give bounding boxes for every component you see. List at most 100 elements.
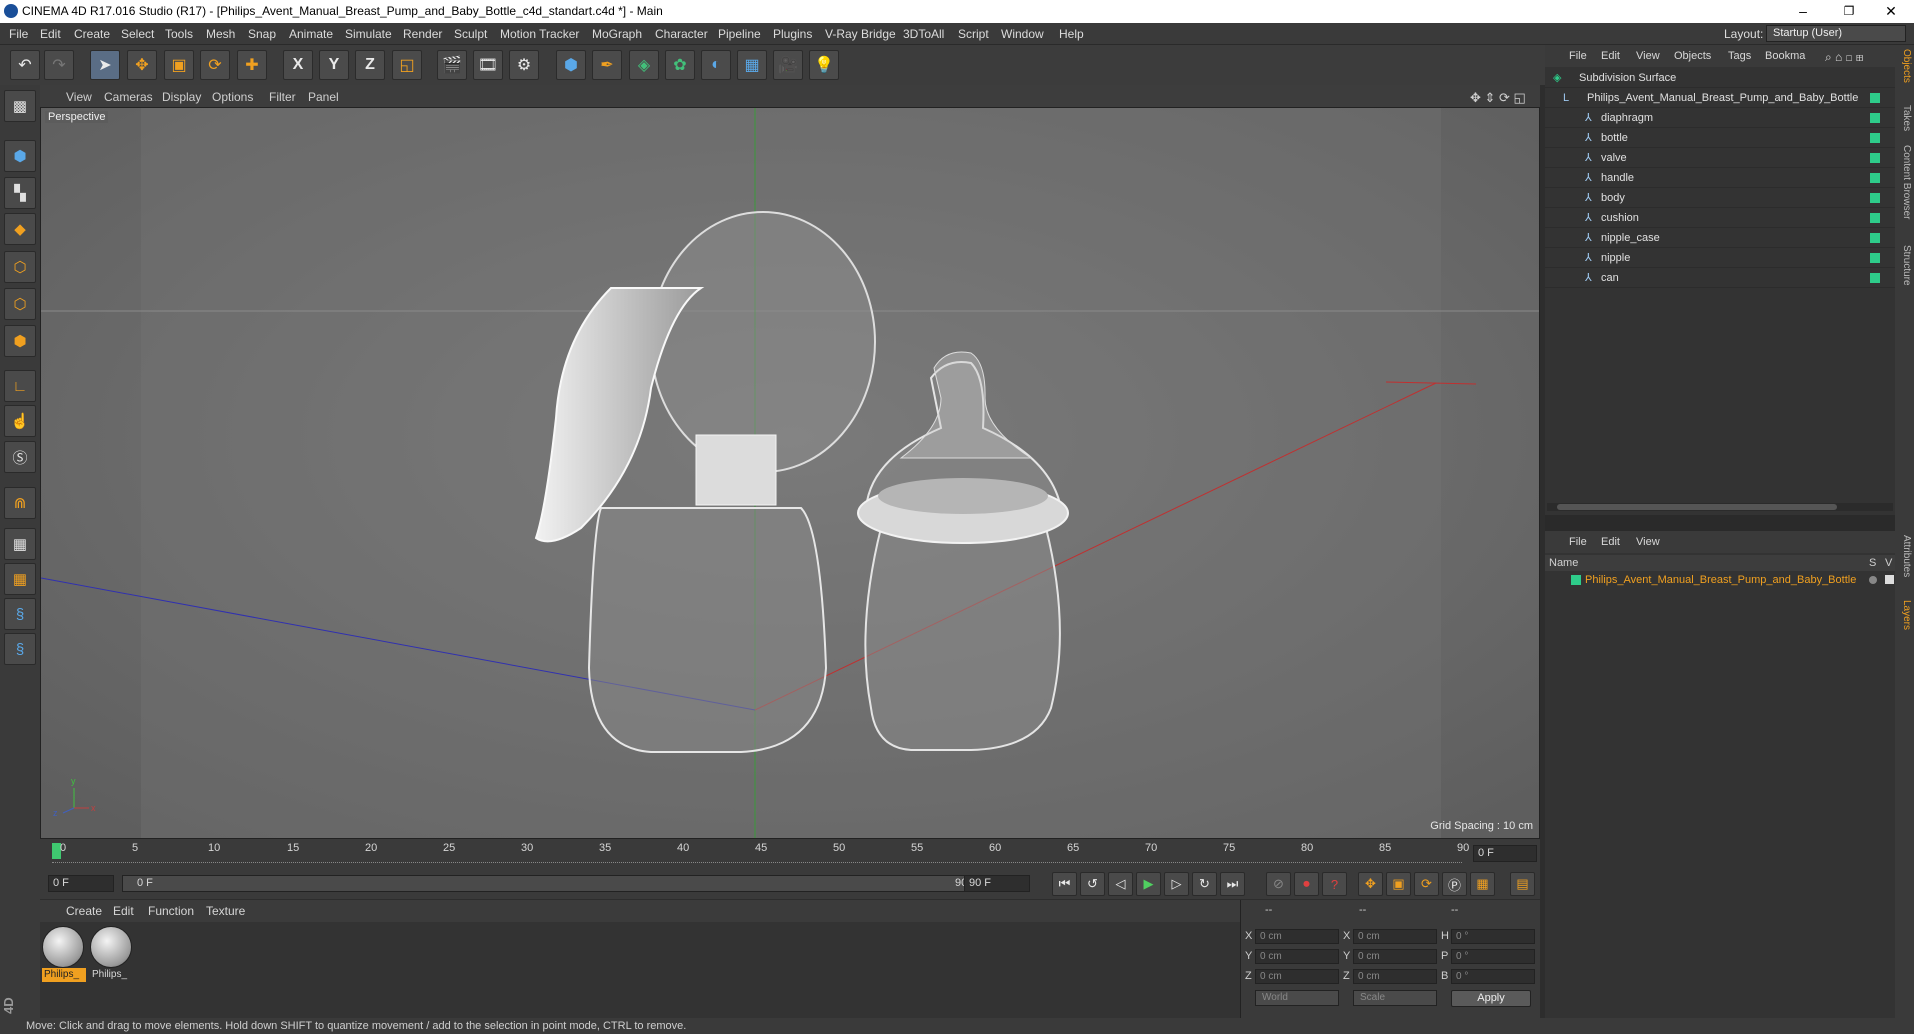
layer-menu-view[interactable]: View bbox=[1636, 536, 1660, 548]
pen-spline-icon[interactable]: ✒ bbox=[592, 50, 622, 80]
object-row[interactable]: ⅄ can bbox=[1545, 268, 1895, 288]
size-y-field[interactable]: 0 cm bbox=[1353, 949, 1437, 964]
render-view-icon[interactable]: 🎬 bbox=[437, 50, 467, 80]
coordinate-system-icon[interactable]: ◱ bbox=[392, 50, 422, 80]
material-menu-function[interactable]: Function bbox=[148, 904, 194, 918]
timeline-ruler[interactable]: 0 5 10 15 20 25 30 35 40 45 50 55 60 65 … bbox=[52, 842, 1469, 866]
menu-edit[interactable]: Edit bbox=[40, 27, 61, 41]
timeline-window-icon[interactable]: ▤ bbox=[1510, 872, 1535, 896]
material-menu-texture[interactable]: Texture bbox=[206, 904, 245, 918]
record-keys-disabled-icon[interactable]: ⊘ bbox=[1266, 872, 1291, 896]
viewport-menu-cameras[interactable]: Cameras bbox=[104, 90, 153, 104]
camera-icon[interactable]: 🎥 bbox=[773, 50, 803, 80]
tab-structure[interactable]: Structure bbox=[1897, 245, 1912, 286]
key-position-icon[interactable]: ✥ bbox=[1358, 872, 1383, 896]
object-row[interactable]: ⅄ body bbox=[1545, 188, 1895, 208]
layer-solo-toggle[interactable] bbox=[1869, 576, 1877, 584]
object-row[interactable]: ◈ Subdivision Surface bbox=[1545, 68, 1895, 88]
tab-attributes[interactable]: Attributes bbox=[1897, 535, 1912, 577]
previous-frame-icon[interactable]: ◁ bbox=[1108, 872, 1133, 896]
viewport-menu-panel[interactable]: Panel bbox=[308, 90, 339, 104]
menu-snap[interactable]: Snap bbox=[248, 27, 276, 41]
timeline[interactable]: 0 5 10 15 20 25 30 35 40 45 50 55 60 65 … bbox=[40, 839, 1540, 869]
layer-color-tag[interactable] bbox=[1870, 253, 1880, 263]
redo-icon[interactable]: ↷ bbox=[44, 50, 74, 80]
menu-character[interactable]: Character bbox=[655, 27, 708, 41]
render-picture-viewer-icon[interactable]: 🎞 bbox=[473, 50, 503, 80]
model-mode-icon[interactable]: ⬢ bbox=[4, 140, 36, 172]
layout-select[interactable]: Startup (User) bbox=[1766, 25, 1906, 42]
coord-space-dropdown[interactable]: World bbox=[1255, 990, 1339, 1006]
layer-color-tag[interactable] bbox=[1870, 173, 1880, 183]
menu-create[interactable]: Create bbox=[74, 27, 110, 41]
undo-icon[interactable]: ↶ bbox=[10, 50, 40, 80]
layer-color-tag[interactable] bbox=[1870, 213, 1880, 223]
layer-menu-file[interactable]: File bbox=[1569, 536, 1587, 548]
axis-mode-icon[interactable]: ∟ bbox=[4, 370, 36, 402]
tab-objects[interactable]: Objects bbox=[1897, 49, 1912, 83]
key-pla-icon[interactable]: ▦ bbox=[1470, 872, 1495, 896]
obj-menu-file[interactable]: File bbox=[1569, 50, 1587, 62]
x-axis-icon[interactable]: X bbox=[283, 50, 313, 80]
move-icon[interactable]: ✥ bbox=[127, 50, 157, 80]
end-frame-field[interactable]: 90 F bbox=[964, 875, 1030, 892]
locked-workplane-icon[interactable]: ▦ bbox=[4, 563, 36, 595]
z-axis-icon[interactable]: Z bbox=[355, 50, 385, 80]
position-y-field[interactable]: 0 cm bbox=[1255, 949, 1339, 964]
position-x-field[interactable]: 0 cm bbox=[1255, 929, 1339, 944]
scale-icon[interactable]: ▣ bbox=[164, 50, 194, 80]
menu-render[interactable]: Render bbox=[403, 27, 442, 41]
python-alt-icon[interactable]: § bbox=[4, 633, 36, 665]
obj-menu-tags[interactable]: Tags bbox=[1728, 50, 1751, 62]
layer-color-tag[interactable] bbox=[1870, 133, 1880, 143]
coord-mode-dropdown[interactable]: Scale bbox=[1353, 990, 1437, 1006]
texture-mode-icon[interactable]: ▚ bbox=[4, 177, 36, 209]
object-row[interactable]: L Philips_Avent_Manual_Breast_Pump_and_B… bbox=[1545, 88, 1895, 108]
object-row[interactable]: ⅄ nipple bbox=[1545, 248, 1895, 268]
next-key-icon[interactable]: ↻ bbox=[1192, 872, 1217, 896]
tab-takes[interactable]: Takes bbox=[1897, 105, 1912, 131]
panel-divider[interactable] bbox=[1545, 515, 1895, 531]
obj-menu-objects[interactable]: Objects bbox=[1674, 50, 1711, 62]
python-icon[interactable]: § bbox=[4, 598, 36, 630]
record-active-icon[interactable]: ⏺ bbox=[1294, 872, 1319, 896]
next-frame-icon[interactable]: ▷ bbox=[1164, 872, 1189, 896]
rotate-icon[interactable]: ⟳ bbox=[200, 50, 230, 80]
rotation-p-field[interactable]: 0 ° bbox=[1451, 949, 1535, 964]
tweak-mode-icon[interactable]: ☝ bbox=[4, 405, 36, 437]
minimize-button[interactable]: – bbox=[1780, 0, 1826, 23]
layer-color-tag[interactable] bbox=[1870, 113, 1880, 123]
viewport-menu-filter[interactable]: Filter bbox=[269, 90, 296, 104]
menu-sculpt[interactable]: Sculpt bbox=[454, 27, 487, 41]
tab-content-browser[interactable]: Content Browser bbox=[1897, 145, 1912, 219]
object-row[interactable]: ⅄ handle bbox=[1545, 168, 1895, 188]
menu-file[interactable]: File bbox=[9, 27, 28, 41]
go-to-end-icon[interactable]: ⏭ bbox=[1220, 872, 1245, 896]
make-editable-icon[interactable]: ▩ bbox=[4, 90, 36, 122]
obj-search-icon[interactable]: ⌕ ⌂ ◻ ⊞ bbox=[1825, 50, 1863, 65]
rotation-b-field[interactable]: 0 ° bbox=[1451, 969, 1535, 984]
visibility-dots[interactable] bbox=[1870, 73, 1880, 83]
position-z-field[interactable]: 0 cm bbox=[1255, 969, 1339, 984]
object-row[interactable]: ⅄ diaphragm bbox=[1545, 108, 1895, 128]
menu-pipeline[interactable]: Pipeline bbox=[718, 27, 761, 41]
edges-mode-icon[interactable]: ⬡ bbox=[4, 288, 36, 320]
viewport-menu-options[interactable]: Options bbox=[212, 90, 253, 104]
previous-key-icon[interactable]: ↺ bbox=[1080, 872, 1105, 896]
polygons-mode-icon[interactable]: ⬢ bbox=[4, 325, 36, 357]
render-settings-icon[interactable]: ⚙ bbox=[509, 50, 539, 80]
apply-button[interactable]: Apply bbox=[1451, 990, 1531, 1007]
menu-mesh[interactable]: Mesh bbox=[206, 27, 235, 41]
menu-tools[interactable]: Tools bbox=[165, 27, 193, 41]
material-menu-edit[interactable]: Edit bbox=[113, 904, 134, 918]
menu-animate[interactable]: Animate bbox=[289, 27, 333, 41]
scrollbar-thumb[interactable] bbox=[1557, 504, 1837, 510]
workplane-icon[interactable]: ◆ bbox=[4, 213, 36, 245]
obj-menu-view[interactable]: View bbox=[1636, 50, 1660, 62]
material-swatch[interactable]: Philips_ bbox=[42, 926, 86, 984]
key-scale-icon[interactable]: ▣ bbox=[1386, 872, 1411, 896]
layer-visible-toggle[interactable] bbox=[1885, 575, 1894, 584]
menu-script[interactable]: Script bbox=[958, 27, 989, 41]
select-arrow-icon[interactable]: ➤ bbox=[90, 50, 120, 80]
light-icon[interactable]: 💡 bbox=[809, 50, 839, 80]
